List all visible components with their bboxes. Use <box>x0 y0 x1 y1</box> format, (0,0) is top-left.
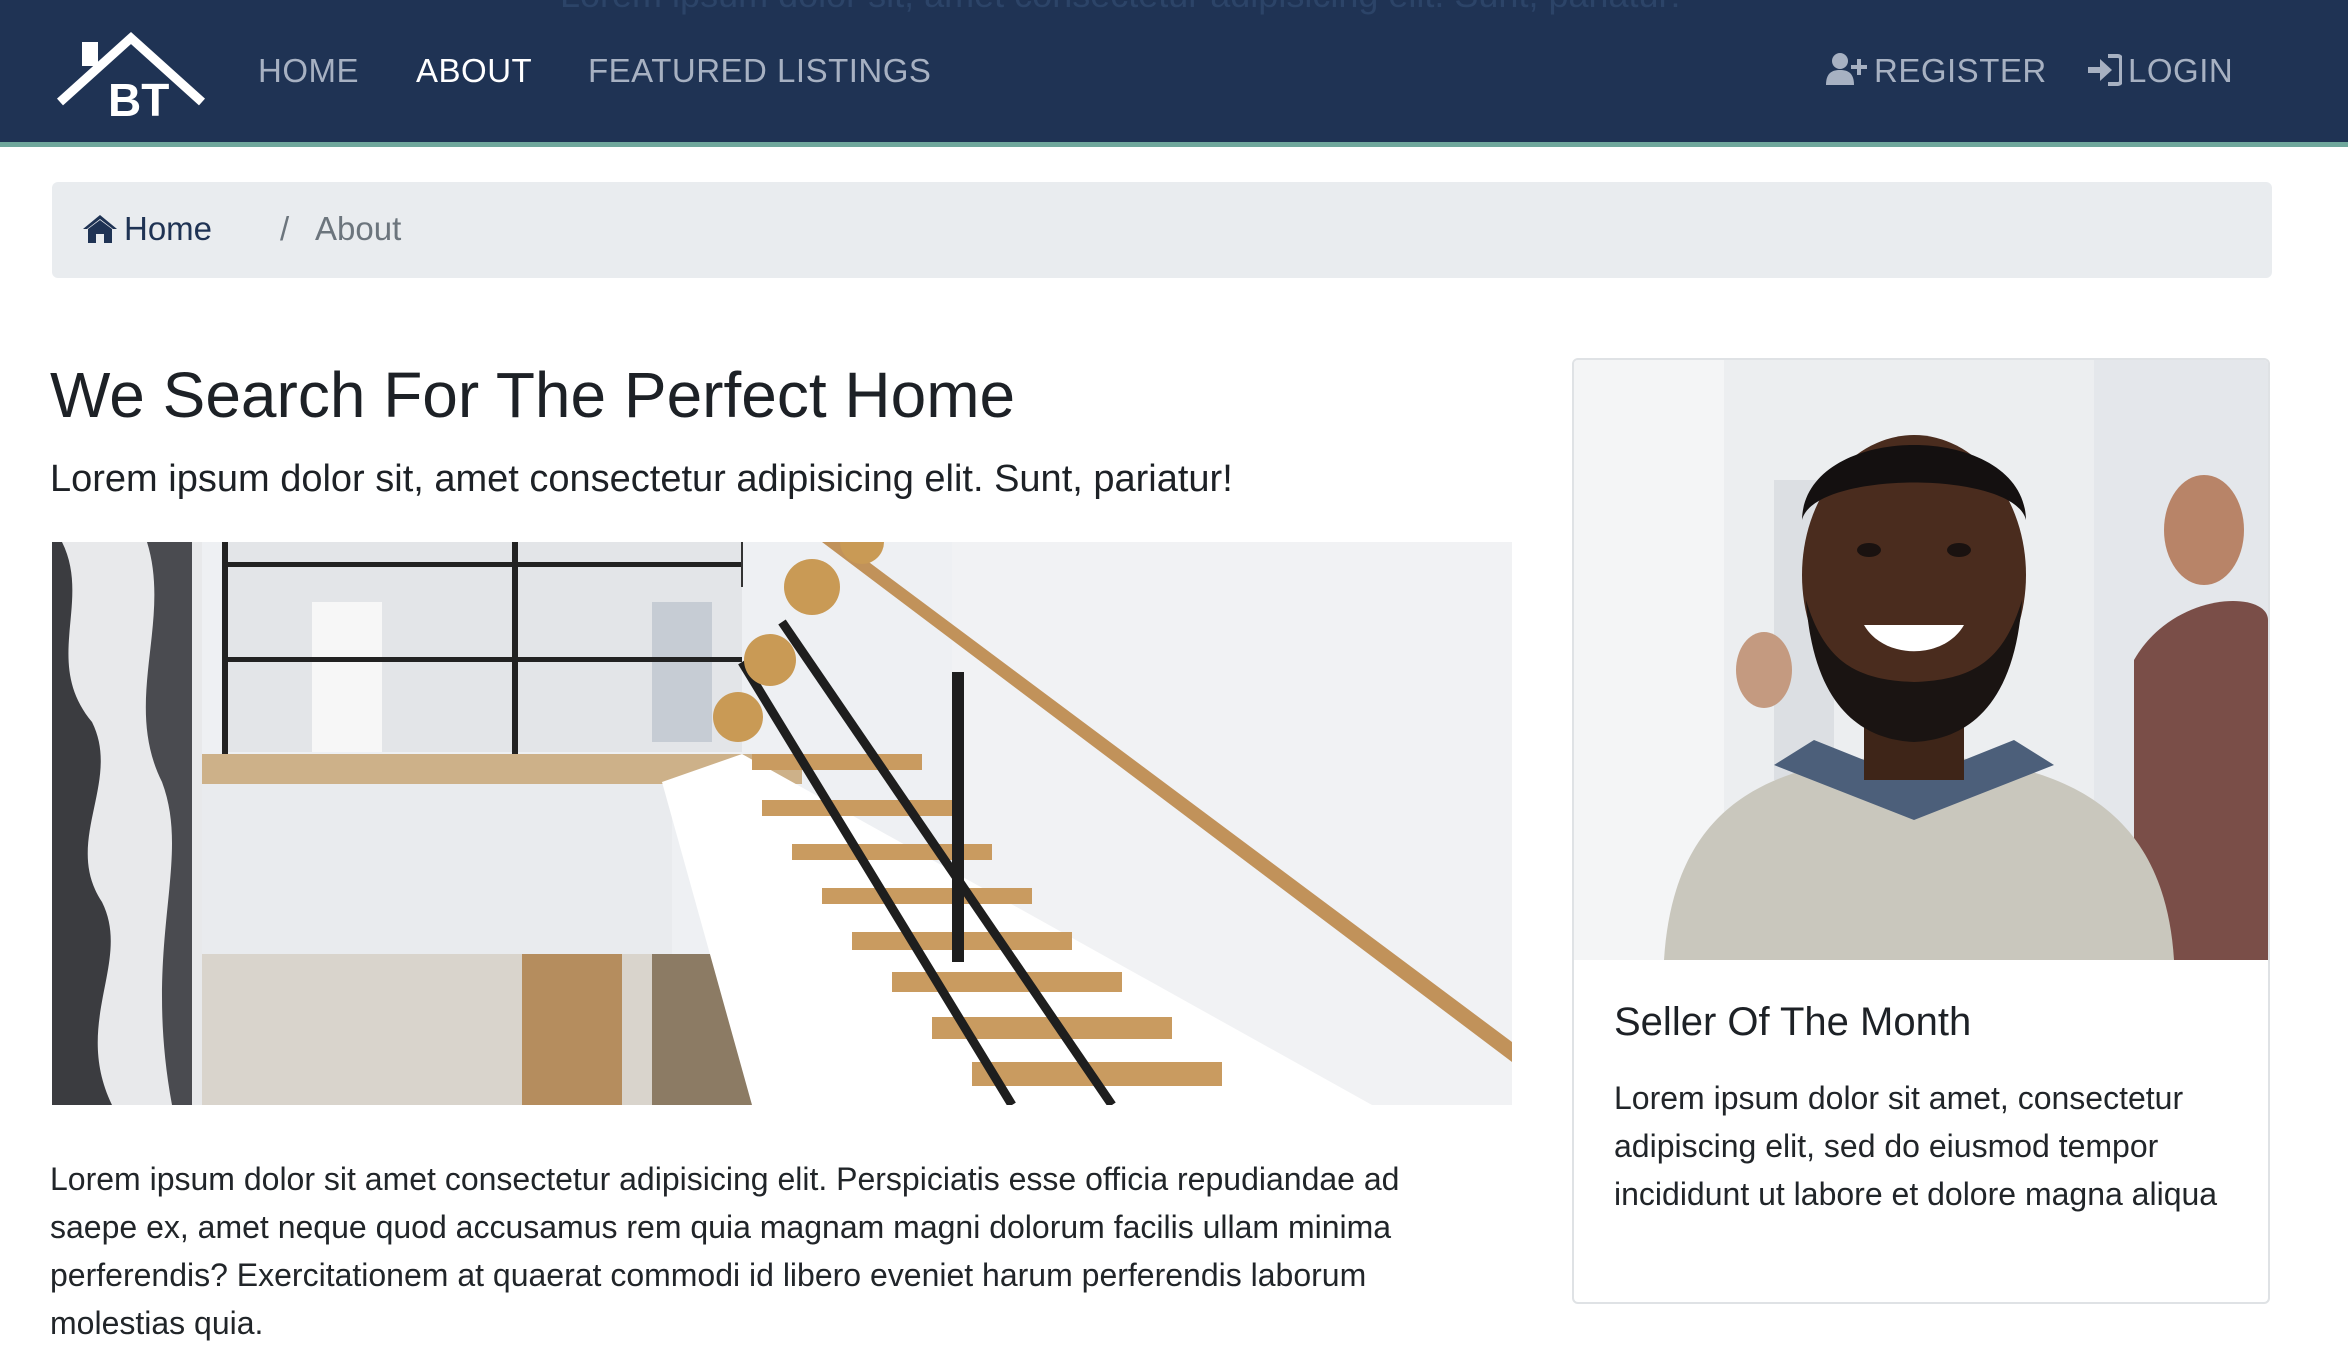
page-body-text: Lorem ipsum dolor sit amet consectetur a… <box>50 1161 1400 1341</box>
page-title: We Search For The Perfect Home <box>50 359 1016 431</box>
breadcrumb-home-link[interactable]: Home <box>82 210 212 248</box>
breadcrumb: Home / About <box>52 182 2272 278</box>
register-link[interactable]: REGISTER <box>1826 52 2047 90</box>
navbar-ghost-text: Lorem ipsum dolor sit, amet consectetur … <box>560 0 1681 16</box>
register-label: REGISTER <box>1874 52 2047 89</box>
staircase-image <box>52 542 1512 1105</box>
home-icon <box>83 215 117 243</box>
user-plus-icon <box>1826 53 1867 85</box>
nav-link-featured-listings[interactable]: FEATURED LISTINGS <box>588 52 931 90</box>
nav-link-about[interactable]: ABOUT <box>416 52 532 90</box>
breadcrumb-separator: / <box>280 210 290 247</box>
card-title: Seller Of The Month <box>1614 1000 1972 1044</box>
brand-logo-text: BT <box>108 74 169 122</box>
breadcrumb-current: About <box>315 210 402 247</box>
login-label: LOGIN <box>2128 52 2234 89</box>
page-lead: Lorem ipsum dolor sit, amet consectetur … <box>50 458 1233 500</box>
sign-in-icon <box>2088 54 2122 86</box>
brand-logo[interactable]: BT <box>56 30 206 122</box>
card-text: Lorem ipsum dolor sit amet, consectetur … <box>1614 1080 2218 1212</box>
seller-of-the-month-card: Seller Of The Month Lorem ipsum dolor si… <box>1572 358 2270 1304</box>
navbar: Lorem ipsum dolor sit, amet consectetur … <box>0 0 2348 147</box>
login-link[interactable]: LOGIN <box>2088 52 2233 90</box>
nav-link-home[interactable]: HOME <box>258 52 359 90</box>
breadcrumb-home-label: Home <box>124 210 213 247</box>
seller-photo <box>1574 360 2268 960</box>
